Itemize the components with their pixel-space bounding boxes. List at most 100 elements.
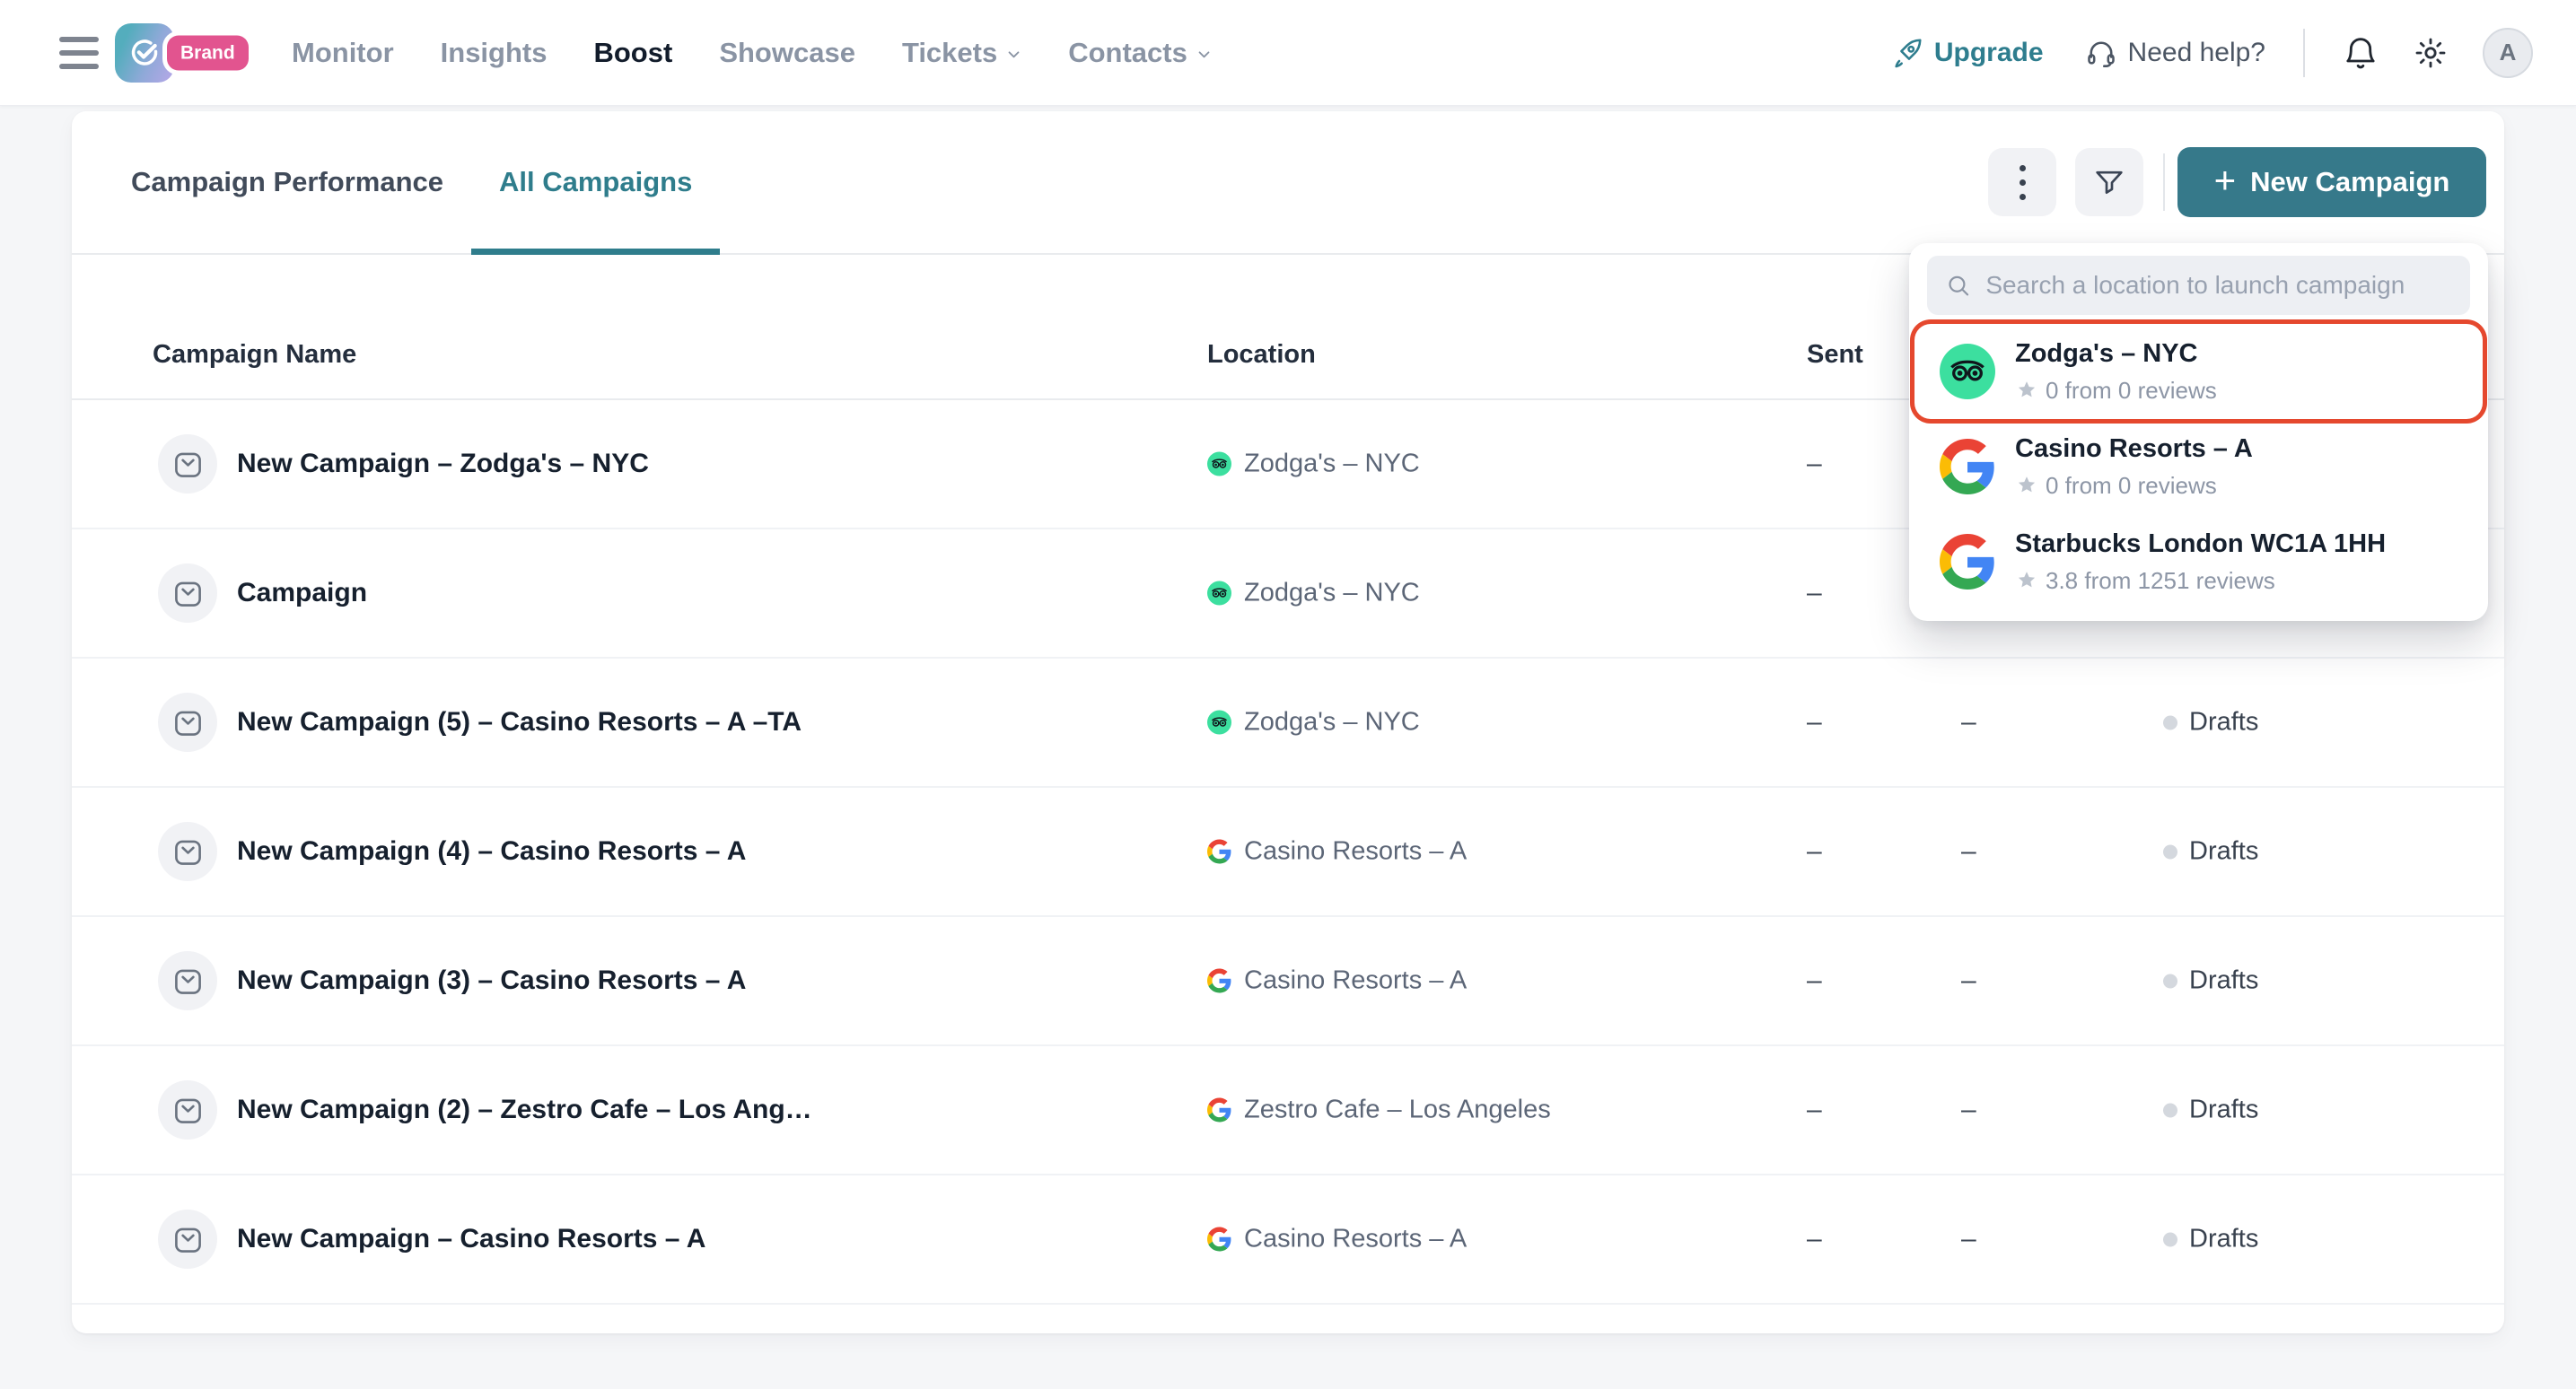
google-icon: [1940, 534, 1995, 590]
tripadvisor-icon: [1207, 452, 1231, 476]
column-header-location: Location: [1207, 340, 1316, 370]
table-row[interactable]: New Campaign – Casino Resorts – A Casino…: [72, 1175, 2504, 1305]
nav-item[interactable]: Tickets: [902, 37, 1021, 69]
rating-label: 3.8 from 1251 reviews: [2046, 567, 2275, 595]
google-icon: [1207, 840, 1231, 864]
envelope-icon: [171, 577, 205, 610]
more-options-button[interactable]: [1988, 148, 2056, 216]
google-icon: [1207, 1227, 1231, 1252]
tripadvisor-icon: [1207, 711, 1231, 735]
campaign-location: Zodga's – NYC: [1207, 708, 1420, 738]
delivered-value: –: [1961, 836, 1976, 867]
kebab-menu-icon: [2020, 165, 2026, 200]
location-label: Zodga's – NYC: [1244, 579, 1420, 608]
status-label: Drafts: [2189, 1096, 2258, 1125]
rating-label: 0 from 0 reviews: [2046, 472, 2217, 500]
location-result-rating: 3.8 from 1251 reviews: [2015, 567, 2386, 595]
need-help-link[interactable]: Need help?: [2085, 37, 2265, 69]
sent-value: –: [1807, 1095, 1822, 1125]
location-result-item[interactable]: Starbucks London WC1A 1HH 3.8 from 1251 …: [1914, 514, 2483, 609]
location-search-box: [1927, 256, 2470, 315]
location-result-rating: 0 from 0 reviews: [2015, 472, 2253, 500]
status-dot-icon: [2163, 1232, 2177, 1246]
filter-button[interactable]: [2075, 148, 2143, 216]
tab-all-campaigns[interactable]: All Campaigns: [471, 111, 720, 253]
table-row[interactable]: New Campaign (3) – Casino Resorts – A Ca…: [72, 917, 2504, 1046]
table-row[interactable]: New Campaign (2) – Zestro Cafe – Los Ang…: [72, 1046, 2504, 1175]
location-label: Zodga's – NYC: [1244, 450, 1420, 479]
filter-icon: [2091, 164, 2127, 200]
nav-item[interactable]: Showcase: [719, 37, 855, 69]
sent-value: –: [1807, 578, 1822, 608]
plus-icon: +: [2214, 162, 2237, 199]
tab-campaign-performance[interactable]: Campaign Performance: [103, 111, 471, 253]
campaign-location: Zodga's – NYC: [1207, 579, 1420, 608]
nav-item-label: Contacts: [1068, 37, 1187, 69]
status-badge: Drafts: [2163, 966, 2258, 996]
envelope-icon: [171, 1094, 205, 1127]
envelope-icon: [171, 706, 205, 739]
avatar[interactable]: A: [2483, 28, 2533, 78]
location-label: Zodga's – NYC: [1244, 708, 1420, 738]
hamburger-menu-icon[interactable]: [59, 37, 99, 69]
column-header-sent: Sent: [1807, 340, 1863, 370]
new-campaign-button[interactable]: + New Campaign: [2177, 147, 2486, 217]
topbar-right-cluster: Upgrade Need help?: [1891, 28, 2533, 78]
notifications-bell-icon[interactable]: [2343, 35, 2379, 71]
location-result-text: Starbucks London WC1A 1HH 3.8 from 1251 …: [2015, 529, 2386, 595]
delivered-value: –: [1961, 965, 1976, 996]
location-label: Casino Resorts – A: [1244, 837, 1467, 867]
top-navigation-bar: Brand Monitor Insights Boost Showcase Ti…: [0, 0, 2576, 106]
tripadvisor-icon: [1207, 581, 1231, 606]
nav-item[interactable]: Monitor: [292, 37, 394, 69]
chevron-down-icon: [1196, 47, 1212, 62]
google-icon: [1940, 439, 1995, 494]
table-row[interactable]: New Campaign (4) – Casino Resorts – A Ca…: [72, 788, 2504, 917]
campaign-name: New Campaign (4) – Casino Resorts – A: [237, 836, 746, 867]
location-search-input[interactable]: [1984, 270, 2452, 301]
status-badge: Drafts: [2163, 708, 2258, 738]
google-icon: [1207, 1098, 1231, 1123]
nav-item[interactable]: Contacts: [1068, 37, 1212, 69]
sent-value: –: [1807, 836, 1822, 867]
upgrade-link[interactable]: Upgrade: [1891, 37, 2044, 69]
location-result-item[interactable]: Casino Resorts – A 0 from 0 reviews: [1914, 419, 2483, 514]
location-result-title: Zodga's – NYC: [2015, 339, 2217, 369]
app-logo-icon[interactable]: [115, 23, 174, 83]
campaign-location: Casino Resorts – A: [1207, 837, 1467, 867]
location-result-item[interactable]: Zodga's – NYC 0 from 0 reviews: [1914, 324, 2483, 419]
status-badge: Drafts: [2163, 1225, 2258, 1254]
location-label: Casino Resorts – A: [1244, 966, 1467, 996]
campaign-badge: [158, 822, 217, 881]
campaign-badge: [158, 951, 217, 1010]
campaign-name: New Campaign (5) – Casino Resorts – A –T…: [237, 707, 802, 738]
nav-item[interactable]: Boost: [593, 37, 672, 69]
status-label: Drafts: [2189, 837, 2258, 867]
table-row[interactable]: New Campaign (5) – Casino Resorts – A –T…: [72, 659, 2504, 788]
campaign-location: Zodga's – NYC: [1207, 450, 1420, 479]
brand-badge: Brand: [167, 35, 249, 70]
status-badge: Drafts: [2163, 837, 2258, 867]
google-icon: [1207, 969, 1231, 993]
campaign-badge: [158, 434, 217, 494]
status-label: Drafts: [2189, 708, 2258, 738]
status-badge: Drafts: [2163, 1096, 2258, 1125]
campaign-location: Casino Resorts – A: [1207, 966, 1467, 996]
status-dot-icon: [2163, 715, 2177, 729]
settings-gear-icon[interactable]: [2413, 35, 2449, 71]
chevron-down-icon: [1006, 47, 1021, 62]
star-icon: [2015, 379, 2038, 402]
campaign-location: Casino Resorts – A: [1207, 1225, 1467, 1254]
nav-item-label: Boost: [593, 37, 672, 69]
campaign-location: Zestro Cafe – Los Angeles: [1207, 1096, 1551, 1125]
topbar-divider: [2303, 29, 2305, 77]
rating-label: 0 from 0 reviews: [2046, 377, 2217, 405]
location-result-rating: 0 from 0 reviews: [2015, 377, 2217, 405]
location-result-text: Casino Resorts – A 0 from 0 reviews: [2015, 434, 2253, 500]
delivered-value: –: [1961, 1224, 1976, 1254]
nav-item-label: Tickets: [902, 37, 997, 69]
main-nav: Monitor Insights Boost Showcase Tickets …: [292, 37, 1212, 69]
location-result-text: Zodga's – NYC 0 from 0 reviews: [2015, 339, 2217, 405]
status-label: Drafts: [2189, 966, 2258, 996]
nav-item[interactable]: Insights: [441, 37, 548, 69]
